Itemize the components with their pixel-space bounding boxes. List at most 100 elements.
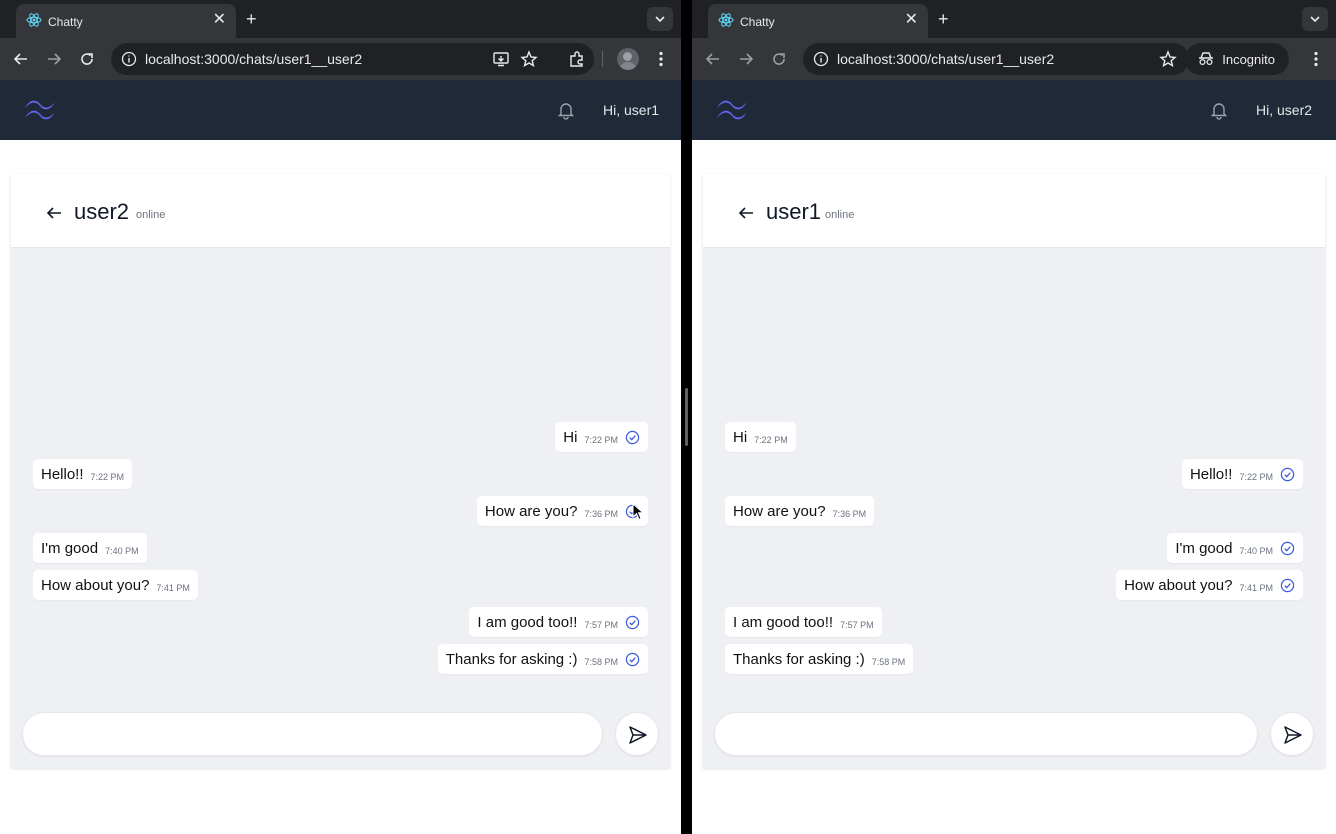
tab-title: Chatty [740,15,775,29]
message-composer [22,712,659,756]
outgoing-message: Hello!! 7:22 PM [1181,459,1303,489]
app-navbar: Hi, user2 [692,80,1336,140]
react-favicon-icon [718,12,734,31]
browser-tab[interactable]: Chatty ✕ [16,4,236,38]
message-input[interactable] [714,712,1258,756]
read-check-icon [625,430,640,445]
incoming-message: Hello!! 7:22 PM [33,459,133,489]
message-time: 7:57 PM [840,619,874,630]
tab-title: Chatty [48,15,83,29]
reload-icon[interactable] [769,49,789,69]
forward-arrow-icon[interactable] [736,49,756,69]
chat-card: user1 online Hi 7:22 PM Hello!! 7:22 PM How … [703,174,1325,768]
outgoing-message: How about you? 7:41 PM [1116,570,1303,600]
message-input[interactable] [22,712,603,756]
chat-peer-name: user2 [74,199,130,224]
incoming-message: I am good too!! 7:57 PM [725,607,882,637]
incoming-message: Hi 7:22 PM [725,422,796,452]
tailwind-logo-icon[interactable] [714,96,750,124]
message-time: 7:58 PM [871,656,906,667]
message-text: How are you? [733,502,826,520]
message-text: Hello!! [41,465,84,483]
message-time: 7:22 PM [584,434,618,445]
profile-avatar-icon[interactable] [617,48,639,70]
message-text: How about you? [41,576,150,594]
incoming-message: How are you? 7:36 PM [725,496,875,526]
send-button[interactable] [1270,712,1314,756]
back-arrow-icon[interactable] [11,49,31,69]
browser-tab[interactable]: Chatty ✕ [708,4,928,38]
browser-window-user1: Chatty ✕ + localhost:3000/chats/user1__u… [0,0,681,834]
extensions-icon[interactable] [568,50,586,68]
send-button[interactable] [615,712,659,756]
message-text: How about you? [1124,576,1233,594]
browser-toolbar: localhost:3000/chats/user1__user2 [0,38,681,80]
message-time: 7:40 PM [1239,545,1273,556]
arrow-left-icon[interactable] [45,205,63,221]
outgoing-message: Hi 7:22 PM [555,422,648,452]
chat-card: user2 online Hi 7:22 PM Hello!! 7:22 PM How … [11,174,670,768]
tailwind-logo-icon[interactable] [22,96,58,124]
install-app-icon[interactable] [492,50,510,68]
message-time: 7:41 PM [156,582,190,593]
mouse-cursor-icon [632,503,644,521]
address-bar[interactable]: localhost:3000/chats/user1__user2 [803,43,1189,75]
incoming-message: I'm good 7:40 PM [33,533,147,563]
bell-icon[interactable] [556,100,576,120]
message-time: 7:36 PM [832,508,867,519]
address-url: localhost:3000/chats/user1__user2 [837,51,1055,67]
peer-status: online [136,209,166,221]
arrow-left-icon[interactable] [737,205,755,221]
message-list: Hi 7:22 PM Hello!! 7:22 PM How are you? 7:36 … [703,248,1325,688]
send-icon [629,726,647,744]
plus-icon[interactable]: + [246,10,257,28]
send-icon [1284,726,1302,744]
message-text: I'm good [1175,539,1233,557]
incognito-label: Incognito [1222,51,1275,67]
browser-window-user2: Chatty ✕ + localhost:3000/chats/user1__u… [692,0,1336,834]
message-time: 7:41 PM [1239,582,1273,593]
message-text: Hello!! [1189,465,1233,483]
message-text: Thanks for asking :) [445,650,578,668]
more-vert-icon[interactable] [651,49,671,69]
close-icon[interactable]: ✕ [213,12,226,28]
incoming-message: Thanks for asking :) 7:58 PM [725,644,914,674]
message-time: 7:22 PM [90,471,125,482]
outgoing-message: How are you? 7:36 PM [476,496,648,526]
reload-icon[interactable] [77,49,97,69]
message-time: 7:22 PM [754,434,788,445]
plus-icon[interactable]: + [938,10,949,28]
peer-status: online [825,209,855,221]
resize-handle[interactable] [685,388,688,446]
message-time: 7:40 PM [105,545,139,556]
info-icon[interactable] [121,51,137,67]
message-text: I am good too!! [477,613,578,631]
star-icon[interactable] [520,50,538,68]
chevron-down-icon [1310,16,1320,23]
more-vert-icon[interactable] [1306,49,1326,69]
chat-peer-name: user1 [766,199,822,224]
back-arrow-icon[interactable] [703,49,723,69]
star-icon[interactable] [1159,50,1177,68]
message-text: I am good too!! [733,613,834,631]
user-greeting[interactable]: Hi, user1 [603,102,659,118]
message-list: Hi 7:22 PM Hello!! 7:22 PM How are you? 7:36 … [11,248,670,688]
address-bar[interactable]: localhost:3000/chats/user1__user2 [111,43,594,75]
forward-arrow-icon[interactable] [44,49,64,69]
bell-icon[interactable] [1209,100,1229,120]
close-icon[interactable]: ✕ [905,12,918,28]
info-icon[interactable] [813,51,829,67]
message-time: 7:36 PM [584,508,618,519]
message-text: Hi [733,428,748,446]
tab-search-button[interactable] [1302,7,1328,31]
incognito-badge[interactable]: Incognito [1185,43,1289,75]
tab-search-button[interactable] [647,7,673,31]
message-composer [714,712,1314,756]
incoming-message: How about you? 7:41 PM [33,570,198,600]
read-check-icon [1280,541,1295,556]
address-url: localhost:3000/chats/user1__user2 [145,51,363,67]
message-text: How are you? [484,502,578,520]
read-check-icon [625,615,640,630]
message-text: Thanks for asking :) [733,650,865,668]
user-greeting[interactable]: Hi, user2 [1256,102,1312,118]
